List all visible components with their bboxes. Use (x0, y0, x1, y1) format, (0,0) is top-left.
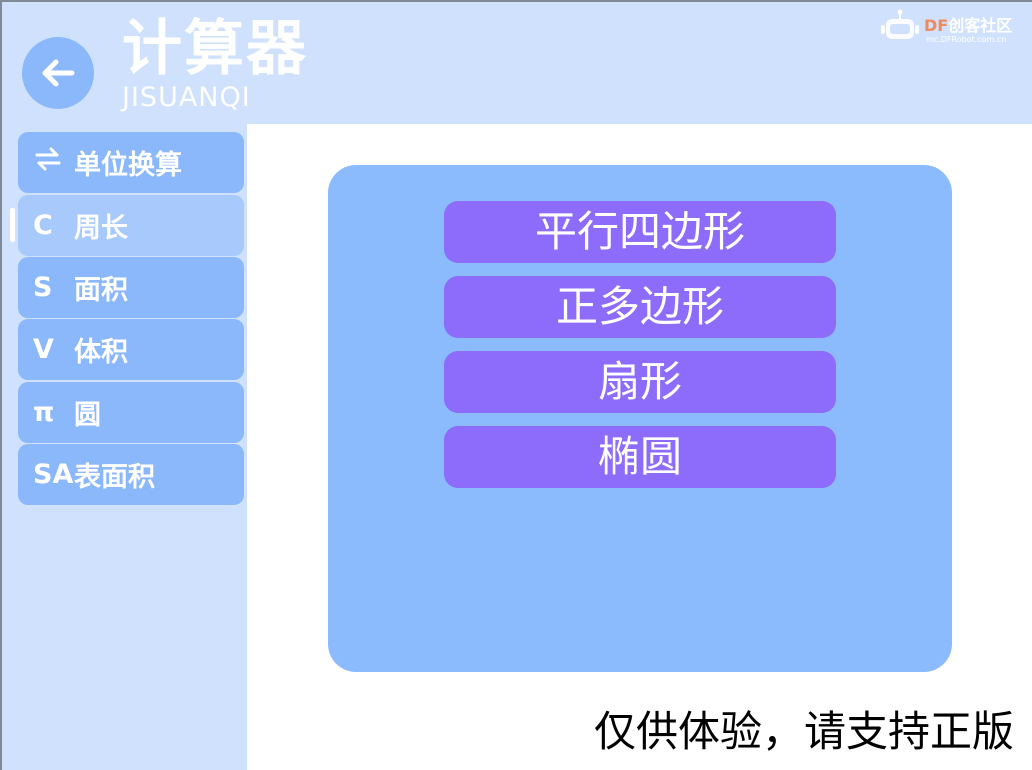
options-panel: 平行四边形 正多边形 扇形 椭圆 (328, 165, 952, 672)
arrow-left-icon (42, 59, 75, 87)
trial-watermark: 仅供体验，请支持正版 (593, 707, 1014, 756)
sidebar-item-label: 周长 (74, 213, 128, 244)
page-subtitle: JISUANQI (122, 82, 251, 113)
sidebar-item-area[interactable]: S 面积 (18, 257, 244, 318)
page-title: 计算器 (122, 14, 308, 84)
back-button[interactable] (22, 37, 94, 109)
option-ellipse-button[interactable]: 椭圆 (444, 426, 836, 488)
active-indicator (10, 208, 15, 242)
sidebar-item-label: 圆 (74, 400, 101, 431)
logo-name: DF创客社区 (924, 16, 1013, 35)
sidebar-item-symbol: π (33, 397, 55, 428)
sidebar-item-symbol: S (33, 272, 53, 303)
sidebar-item-circle[interactable]: π 圆 (18, 382, 244, 443)
logo-url: mc.DFRobot.com.cn (926, 35, 1007, 44)
sidebar: 单位换算 C 周长 S 面积 V 体积 π 圆 SA 表面积 (2, 124, 247, 770)
convert-arrows-icon (18, 145, 74, 180)
header-bar: 计算器 JISUANQI DF创客社区 mc.DFRobot.com.cn (2, 2, 1032, 124)
option-parallelogram-button[interactable]: 平行四边形 (444, 201, 836, 263)
sidebar-item-symbol: V (33, 334, 54, 365)
sidebar-item-label: 单位换算 (74, 150, 182, 181)
option-sector-button[interactable]: 扇形 (444, 351, 836, 413)
dfrobot-logo: DF创客社区 mc.DFRobot.com.cn (880, 8, 1030, 48)
sidebar-item-symbol: SA (33, 459, 74, 490)
sidebar-item-surface-area[interactable]: SA 表面积 (18, 444, 244, 505)
sidebar-item-label: 体积 (74, 337, 128, 368)
sidebar-item-label: 面积 (74, 275, 128, 306)
sidebar-item-unit-conversion[interactable]: 单位换算 (18, 132, 244, 193)
sidebar-item-label: 表面积 (74, 462, 155, 493)
option-regular-polygon-button[interactable]: 正多边形 (444, 276, 836, 338)
sidebar-item-perimeter[interactable]: C 周长 (18, 195, 244, 256)
robot-logo-icon (881, 9, 919, 39)
sidebar-item-volume[interactable]: V 体积 (18, 319, 244, 380)
sidebar-item-symbol: C (33, 210, 53, 241)
